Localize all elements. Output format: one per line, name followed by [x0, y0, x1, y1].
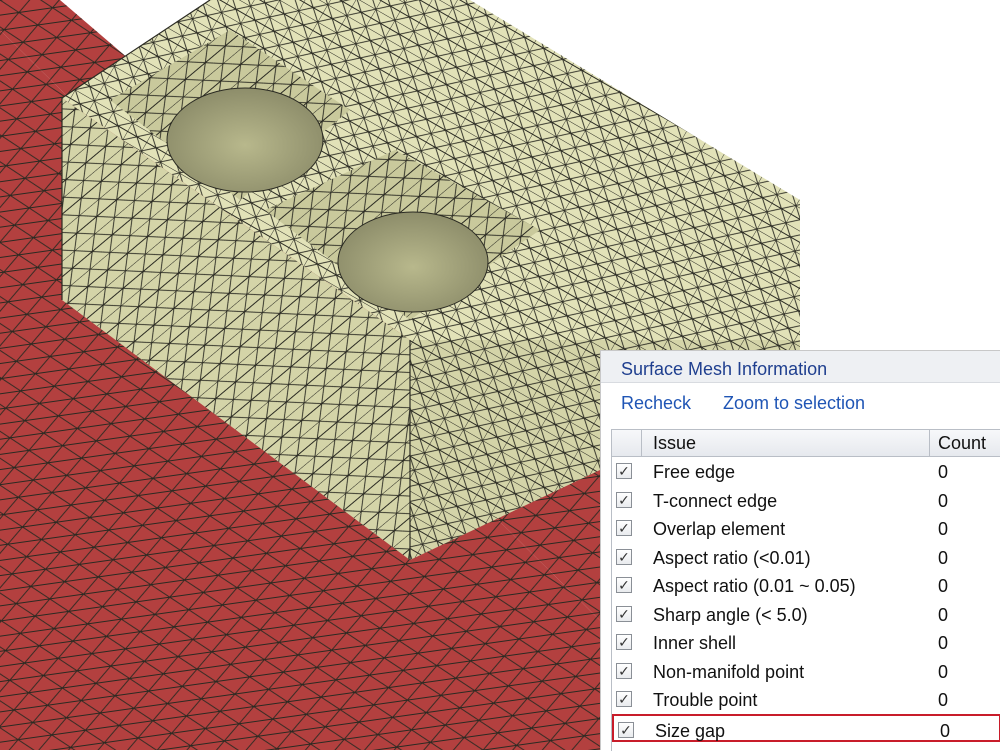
- row-count: 0: [938, 462, 949, 482]
- table-row[interactable]: ✓ T-connect edge 0: [612, 486, 1000, 515]
- row-issue: Aspect ratio (<0.01): [653, 547, 811, 568]
- header-issue[interactable]: Issue: [642, 430, 930, 456]
- row-count: 0: [938, 690, 949, 710]
- row-issue: Inner shell: [653, 633, 737, 653]
- cylindrical-hole-1: [166, 87, 324, 193]
- header-checkbox-column[interactable]: [612, 430, 642, 456]
- table-row[interactable]: ✓ Inner shell 0: [612, 628, 1000, 657]
- header-count[interactable]: Count: [930, 430, 1000, 456]
- row-checkbox[interactable]: ✓: [616, 520, 632, 536]
- surface-mesh-information-panel: Surface Mesh Information Recheck Zoom to…: [600, 350, 1000, 751]
- table-row[interactable]: ✓ Aspect ratio (0.01 ~ 0.05) 0: [612, 571, 1000, 600]
- panel-toolbar: Recheck Zoom to selection: [601, 387, 1000, 423]
- row-issue: Non-manifold point: [653, 661, 805, 682]
- table-row[interactable]: ✓ Overlap element 0: [612, 514, 1000, 543]
- recheck-link[interactable]: Recheck: [621, 393, 691, 414]
- row-count: 0: [938, 661, 949, 682]
- row-issue: Aspect ratio (0.01 ~ 0.05): [653, 576, 856, 596]
- table-row[interactable]: ✓ Non-manifold point 0: [612, 657, 1000, 686]
- row-issue: Size gap: [655, 720, 726, 741]
- row-issue: Trouble point: [653, 690, 758, 710]
- row-checkbox[interactable]: ✓: [616, 691, 632, 707]
- row-count: 0: [938, 633, 949, 653]
- table-row[interactable]: ✓ Trouble point 0: [612, 685, 1000, 714]
- row-checkbox[interactable]: ✓: [616, 463, 632, 479]
- row-issue: Overlap element: [653, 519, 786, 539]
- table-row[interactable]: ✓ Size gap 0: [612, 713, 1000, 742]
- row-checkbox[interactable]: ✓: [616, 548, 632, 565]
- row-count: 0: [940, 720, 951, 741]
- row-count: 0: [938, 547, 949, 568]
- issues-table: Issue Count ✓ Free edge 0 ✓ T-connect edge 0 ✓…: [611, 429, 1000, 751]
- row-count: 0: [938, 490, 949, 511]
- row-checkbox[interactable]: ✓: [616, 662, 632, 679]
- row-issue: T-connect edge: [653, 490, 778, 511]
- row-checkbox[interactable]: ✓: [616, 634, 632, 650]
- row-checkbox[interactable]: ✓: [616, 577, 632, 593]
- row-checkbox[interactable]: ✓: [618, 721, 634, 738]
- row-count: 0: [938, 576, 949, 596]
- table-header: Issue Count: [612, 429, 1000, 457]
- zoom-to-selection-link[interactable]: Zoom to selection: [723, 393, 865, 414]
- panel-title: Surface Mesh Information: [621, 359, 828, 379]
- row-issue: Sharp angle (< 5.0): [653, 604, 808, 625]
- table-row[interactable]: ✓ Free edge 0: [612, 457, 1000, 486]
- table-row[interactable]: ✓ Aspect ratio (<0.01) 0: [612, 543, 1000, 572]
- panel-title-bar: Surface Mesh Information: [601, 351, 1000, 383]
- row-count: 0: [938, 519, 949, 539]
- row-checkbox[interactable]: ✓: [616, 491, 632, 508]
- row-checkbox[interactable]: ✓: [616, 605, 632, 622]
- row-count: 0: [938, 604, 949, 625]
- row-issue: Free edge: [653, 462, 736, 482]
- table-row[interactable]: ✓ Sharp angle (< 5.0) 0: [612, 600, 1000, 629]
- cylindrical-hole-2: [337, 211, 489, 313]
